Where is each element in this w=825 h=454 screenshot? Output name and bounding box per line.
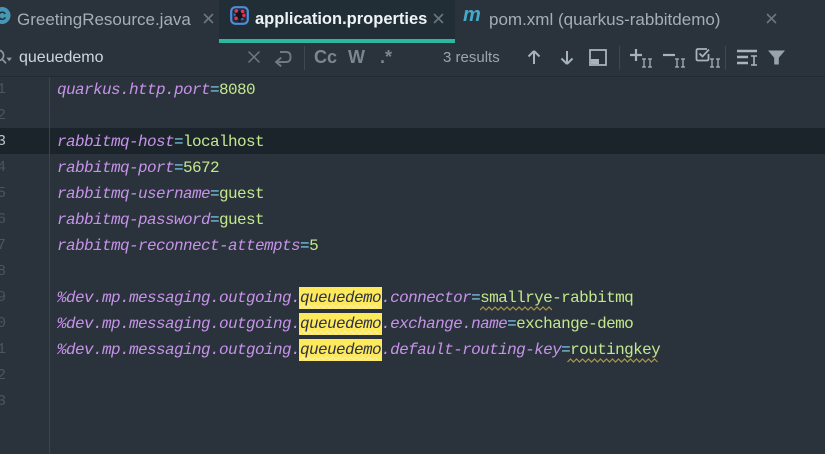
- svg-text:C: C: [0, 9, 7, 23]
